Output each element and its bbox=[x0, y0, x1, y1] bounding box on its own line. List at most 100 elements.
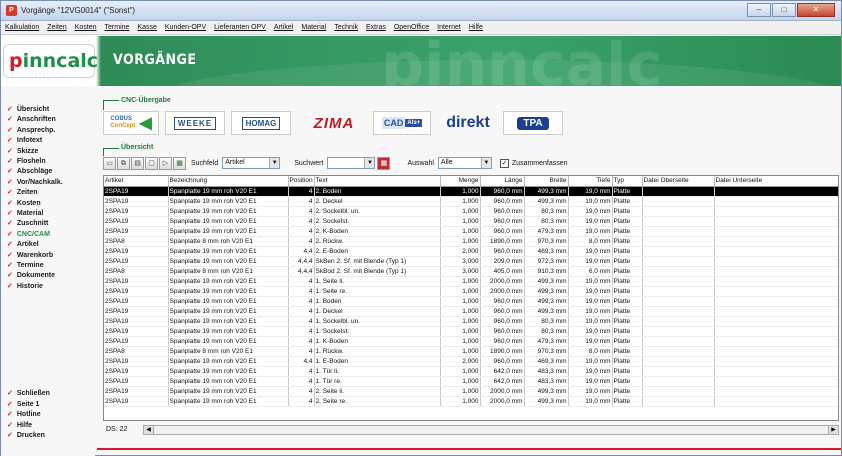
direkt-logo-button[interactable]: direkt bbox=[437, 111, 499, 135]
table-cell: 960,0 mm bbox=[480, 196, 525, 207]
menu-item-termine[interactable]: Termine bbox=[105, 24, 130, 31]
table-row[interactable]: 2SPA19 Spanplatte 19 mm roh V20 E1 4 1. Bod… bbox=[104, 296, 838, 307]
tpa-logo-button[interactable]: TPA bbox=[503, 111, 563, 135]
auswahl-select[interactable]: Alle ▼ bbox=[437, 157, 492, 169]
table-row[interactable]: 2SPA19 Spanplatte 19 mm roh V20 E1 4,4 2. E… bbox=[104, 246, 838, 257]
delete-icon[interactable]: ▢ bbox=[145, 156, 158, 170]
column-header[interactable]: Datei Unterseite bbox=[714, 176, 838, 187]
column-header[interactable]: Menge bbox=[440, 176, 481, 187]
print-icon[interactable]: ▤ bbox=[131, 156, 144, 170]
excel-export-icon[interactable]: ▦ bbox=[173, 156, 186, 170]
sidebar-item-zuschnitt[interactable]: ✓ Zuschnitt bbox=[7, 219, 48, 227]
weeke-logo-button[interactable]: WEEKE bbox=[165, 111, 225, 135]
suchfeld-select[interactable]: Artikel ▼ bbox=[222, 157, 281, 169]
column-header[interactable]: Datei Oberseite bbox=[642, 176, 715, 187]
table-row[interactable]: 2SPA8 Spanplatte 8 mm roh V20 E1 4,4,4 SkBo… bbox=[104, 266, 838, 277]
table-row[interactable]: 2SPA19 Spanplatte 19 mm roh V20 E1 4 1. Soc… bbox=[104, 316, 838, 327]
sidebar-item-dokumente[interactable]: ✓ Dokumente bbox=[7, 271, 55, 279]
sidebar-item-skizze[interactable]: ✓ Skizze bbox=[7, 147, 38, 155]
sidebar-item-zeiten[interactable]: ✓ Zeiten bbox=[7, 188, 38, 196]
cadt-logo-button[interactable]: CAD Als+ bbox=[373, 111, 431, 135]
sidebar-item-abschl-ge[interactable]: ✓ Abschläge bbox=[7, 167, 52, 175]
calendar-icon[interactable]: ▦ bbox=[377, 156, 391, 170]
sidebar-item-vor-nachkalk-[interactable]: ✓ Vor/Nachkalk. bbox=[7, 178, 63, 186]
sidebar-item-cnc-cam[interactable]: ✓ CNC/CAM bbox=[7, 230, 50, 238]
ima-logo-button[interactable]: ZIMA bbox=[299, 111, 369, 135]
table-row[interactable]: 2SPA19 Spanplatte 19 mm roh V20 E1 4 1. Tür… bbox=[104, 376, 838, 387]
menu-item-material[interactable]: Material bbox=[301, 24, 326, 31]
menu-item-technik[interactable]: Technik bbox=[334, 24, 358, 31]
scroll-right-icon[interactable]: ▶ bbox=[828, 425, 838, 434]
column-header[interactable]: Position bbox=[288, 176, 315, 187]
sidebar-item-infotext[interactable]: ✓ Infotext bbox=[7, 136, 42, 144]
suchwert-input[interactable]: ▼ bbox=[327, 157, 376, 169]
sidebar-item-seite-1[interactable]: ✓ Seite 1 bbox=[7, 400, 39, 408]
sidebar-item--bersicht[interactable]: ✓ Übersicht bbox=[7, 105, 49, 113]
table-row[interactable]: 2SPA19 Spanplatte 19 mm roh V20 E1 4 1. K-B… bbox=[104, 336, 838, 347]
column-header[interactable]: Breite bbox=[524, 176, 569, 187]
table-header-row: Artikel Bezeichnung Position Text Menge Länge… bbox=[104, 176, 838, 187]
menu-item-zeiten[interactable]: Zeiten bbox=[47, 24, 66, 31]
table-cell: 80,3 mm bbox=[524, 216, 569, 227]
table-row[interactable]: 2SPA8 Spanplatte 8 mm roh V20 E1 4 1. Rückw… bbox=[104, 346, 838, 357]
column-header[interactable]: Artikel bbox=[104, 176, 169, 187]
menu-item-lieferanten-opv[interactable]: Lieferanten OPV bbox=[214, 24, 266, 31]
sidebar-item-schlie-en[interactable]: ✓ Schließen bbox=[7, 389, 50, 397]
table-row[interactable]: 2SPA19 Spanplatte 19 mm roh V20 E1 4 2. Soc… bbox=[104, 216, 838, 227]
sidebar-item-hotline[interactable]: ✓ Hotline bbox=[7, 410, 41, 418]
column-header[interactable]: Bezeichnung bbox=[168, 176, 289, 187]
table-row[interactable]: 2SPA19 Spanplatte 19 mm roh V20 E1 4,4 1. E… bbox=[104, 356, 838, 367]
horizontal-scrollbar[interactable]: ◀ ▶ bbox=[143, 424, 839, 435]
table-row[interactable]: 2SPA19 Spanplatte 19 mm roh V20 E1 4 2. Dec… bbox=[104, 196, 838, 207]
sidebar-item-material[interactable]: ✓ Material bbox=[7, 209, 43, 217]
menu-item-hilfe[interactable]: Hilfe bbox=[469, 24, 483, 31]
table-row[interactable]: 2SPA19 Spanplatte 19 mm roh V20 E1 4 2. Bod… bbox=[104, 186, 838, 197]
maximize-icon[interactable]: □ bbox=[772, 3, 796, 17]
sidebar-item-termine[interactable]: ✓ Termine bbox=[7, 261, 44, 269]
scroll-left-icon[interactable]: ◀ bbox=[144, 425, 154, 434]
close-icon[interactable]: ✕ bbox=[797, 3, 835, 17]
minimize-icon[interactable]: – bbox=[747, 3, 771, 17]
table-row[interactable]: 2SPA19 Spanplatte 19 mm roh V20 E1 4 1. Soc… bbox=[104, 326, 838, 337]
sidebar-item-flosheln[interactable]: ✓ Flosheln bbox=[7, 157, 46, 165]
menu-item-kalkulation[interactable]: Kalkulation bbox=[5, 24, 39, 31]
column-header[interactable]: Text bbox=[314, 176, 441, 187]
table-row[interactable]: 2SPA19 Spanplatte 19 mm roh V20 E1 4 2. Soc… bbox=[104, 206, 838, 217]
new-document-icon[interactable]: ▭ bbox=[103, 156, 116, 170]
table-row[interactable]: 2SPA19 Spanplatte 19 mm roh V20 E1 4,4,4 Sk… bbox=[104, 256, 838, 267]
menu-item-kosten[interactable]: Kosten bbox=[75, 24, 97, 31]
sidebar-item-hilfe[interactable]: ✓ Hilfe bbox=[7, 421, 32, 429]
sidebar-item-anschriften[interactable]: ✓ Anschriften bbox=[7, 115, 56, 123]
sidebar-item-historie[interactable]: ✓ Historie bbox=[7, 282, 43, 290]
table-row[interactable]: 2SPA19 Spanplatte 19 mm roh V20 E1 4 1. Tür… bbox=[104, 366, 838, 377]
menu-item-internet[interactable]: Internet bbox=[437, 24, 461, 31]
sidebar-item-ansprechp-[interactable]: ✓ Ansprechp. bbox=[7, 126, 55, 134]
table-cell: 479,3 mm bbox=[524, 226, 569, 237]
homag-logo-button[interactable]: HOMAG bbox=[231, 111, 291, 135]
menu-item-kasse[interactable]: Kasse bbox=[137, 24, 156, 31]
sidebar-item-artikel[interactable]: ✓ Artikel bbox=[7, 240, 39, 248]
table-cell: 19,0 mm bbox=[568, 196, 613, 207]
table-cell: Spanplatte 8 mm roh V20 E1 bbox=[168, 236, 289, 247]
menu-item-artikel[interactable]: Artikel bbox=[274, 24, 293, 31]
column-header[interactable]: Länge bbox=[480, 176, 525, 187]
table-row[interactable]: 2SPA19 Spanplatte 19 mm roh V20 E1 4 2. Sei… bbox=[104, 396, 838, 407]
zusammenfassen-checkbox[interactable]: ✓ bbox=[499, 158, 509, 168]
column-header[interactable]: Tiefe bbox=[568, 176, 613, 187]
menu-item-openoffice[interactable]: OpenOffice bbox=[394, 24, 429, 31]
table-row[interactable]: 2SPA8 Spanplatte 8 mm roh V20 E1 4 2. Rückw… bbox=[104, 236, 838, 247]
table-row[interactable]: 2SPA19 Spanplatte 19 mm roh V20 E1 4 2. Sei… bbox=[104, 386, 838, 397]
sidebar-item-kosten[interactable]: ✓ Kosten bbox=[7, 199, 41, 207]
copy-icon[interactable]: ⧉ bbox=[117, 156, 130, 170]
menu-item-extras[interactable]: Extras bbox=[366, 24, 386, 31]
sidebar-item-warenkorb[interactable]: ✓ Warenkorb bbox=[7, 251, 53, 259]
sidebar-item-drucken[interactable]: ✓ Drucken bbox=[7, 431, 45, 439]
table-row[interactable]: 2SPA19 Spanplatte 19 mm roh V20 E1 4 1. Sei… bbox=[104, 276, 838, 287]
menu-item-kunden-opv[interactable]: Kunden-OPV bbox=[165, 24, 206, 31]
table-row[interactable]: 2SPA19 Spanplatte 19 mm roh V20 E1 4 1. Sei… bbox=[104, 286, 838, 297]
table-row[interactable]: 2SPA19 Spanplatte 19 mm roh V20 E1 4 1. Dec… bbox=[104, 306, 838, 317]
table-row[interactable]: 2SPA19 Spanplatte 19 mm roh V20 E1 4 2. K-B… bbox=[104, 226, 838, 237]
play-icon[interactable]: ▷ bbox=[159, 156, 172, 170]
cobus-logo-button[interactable]: COBUS ConCept ◀ bbox=[103, 111, 159, 135]
column-header[interactable]: Typ bbox=[612, 176, 643, 187]
